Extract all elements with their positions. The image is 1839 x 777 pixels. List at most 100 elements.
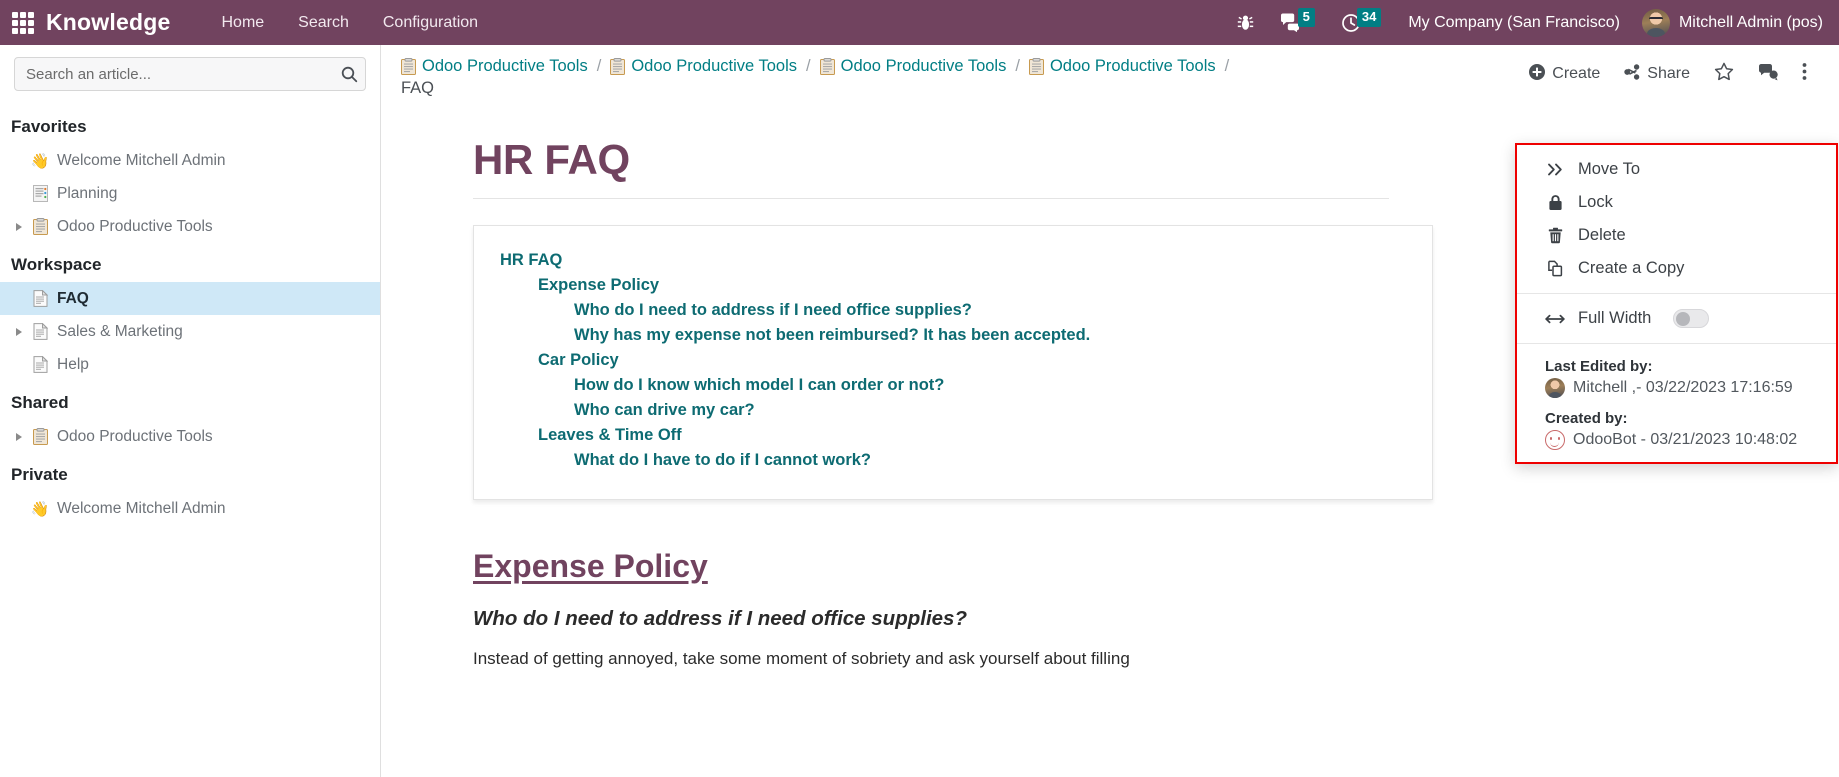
article-inner: HR FAQ HR FAQ Expense Policy Who do I ne… [381,136,1481,672]
dropdown-item-label: Delete [1578,226,1626,244]
arrows-horizontal-icon [1545,313,1565,325]
star-outline-icon [1714,62,1734,86]
toc-entry[interactable]: Leaves & Time Off [500,423,1406,448]
nav-menu-home[interactable]: Home [204,0,281,45]
breadcrumb-separator: / [806,57,811,75]
article-sidebar: Favorites 👋 Welcome Mitchell Admin Plann… [0,45,381,777]
dropdown-divider [1517,293,1836,294]
breadcrumb-item-3[interactable]: Odoo Productive Tools [819,57,1007,76]
chevrons-right-icon [1545,163,1565,176]
sidebar-item-label: Planning [57,184,118,202]
dropdown-item-delete[interactable]: Delete [1517,219,1836,252]
toc-entry[interactable]: Car Policy [500,348,1406,373]
sidebar-item-odoo-productive-tools-shared[interactable]: Odoo Productive Tools [0,420,380,453]
toc-entry[interactable]: What do I have to do if I cannot work? [500,448,1406,473]
nav-menu-search[interactable]: Search [281,0,366,45]
sidebar-item-planning[interactable]: Planning [0,177,380,210]
favorite-button[interactable] [1702,58,1746,90]
waving-hand-emoji: 👋 [30,500,50,518]
search-input[interactable] [14,57,366,91]
breadcrumb-label: Odoo Productive Tools [840,57,1007,75]
sidebar-section-favorites-title: Favorites [11,117,87,136]
section-heading-expense-policy: Expense Policy [473,548,708,584]
page-title: HR FAQ [473,136,1389,199]
messages-count-badge: 5 [1297,8,1315,27]
share-label: Share [1647,65,1690,82]
user-menu[interactable]: Mitchell Admin (pos) [1634,8,1839,37]
created-row: OdooBot - 03/21/2023 10:48:02 [1545,430,1820,450]
create-label: Create [1552,65,1601,82]
search-icon[interactable] [333,58,365,90]
nav-menu-configuration[interactable]: Configuration [366,0,495,45]
trash-icon [1545,227,1565,244]
article-doc-icon [29,290,51,307]
toc-entry[interactable]: HR FAQ [500,248,1406,273]
plus-circle-icon [1529,63,1546,85]
clipboard-icon [819,58,835,75]
sidebar-section-workspace-title: Workspace [11,255,102,274]
dropdown-item-label: Lock [1578,193,1613,211]
toc-entry[interactable]: How do I know which model I can order or… [500,373,1406,398]
last-edited-label: Last Edited by: [1545,358,1653,375]
breadcrumb-item-current: FAQ [401,79,434,98]
odoobot-avatar [1545,430,1565,450]
clipboard-icon [610,58,626,75]
sidebar-item-label: Sales & Marketing [57,322,183,340]
full-width-label: Full Width [1578,309,1652,327]
messages-icon[interactable]: 5 [1267,0,1328,45]
last-edited-row: Mitchell ,- 03/22/2023 17:16:59 [1545,378,1820,398]
sidebar-item-welcome-mitchell-admin-private[interactable]: 👋 Welcome Mitchell Admin [0,492,380,525]
chevron-right-icon[interactable] [11,327,27,336]
breadcrumb-label: Odoo Productive Tools [631,57,798,75]
breadcrumb-item-1[interactable]: Odoo Productive Tools [401,57,588,76]
toc-entry[interactable]: Why has my expense not been reimbursed? … [500,323,1406,348]
breadcrumb-item-2[interactable]: Odoo Productive Tools [610,57,797,76]
activities-count-badge: 34 [1356,8,1382,27]
sub-heading-office-supplies: Who do I need to address if I need offic… [473,607,967,630]
company-selector[interactable]: My Company (San Francisco) [1394,14,1634,32]
share-button[interactable]: Share [1612,60,1702,89]
toc-entry[interactable]: Who do I need to address if I need offic… [500,298,1406,323]
full-width-toggle[interactable] [1673,309,1710,328]
sidebar-item-welcome-mitchell-admin[interactable]: 👋 Welcome Mitchell Admin [0,144,380,177]
sidebar-item-help[interactable]: Help [0,348,380,381]
share-icon [1624,63,1640,85]
breadcrumb: Odoo Productive Tools / Odoo Productive … [401,57,1241,98]
toc-entry[interactable]: Who can drive my car? [500,398,1406,423]
clock-icon[interactable]: 34 [1328,0,1394,45]
sidebar-item-label: Help [57,355,89,373]
dropdown-item-full-width[interactable]: Full Width [1517,302,1836,335]
breadcrumb-label: FAQ [401,79,435,97]
create-button[interactable]: Create [1517,60,1612,89]
sidebar-section-shared-title: Shared [11,393,69,412]
clipboard-icon [29,428,51,445]
bug-icon[interactable] [1224,0,1267,45]
article-doc-icon [29,323,51,340]
sidebar-item-faq[interactable]: FAQ [0,282,380,315]
chevron-right-icon[interactable] [11,432,27,441]
breadcrumb-bar: Odoo Productive Tools / Odoo Productive … [381,45,1839,106]
sidebar-item-odoo-productive-tools-favorites[interactable]: Odoo Productive Tools [0,210,380,243]
dropdown-item-lock[interactable]: Lock [1517,186,1836,219]
article-options-dropdown: Move To Lock Delete Create a Copy Full W… [1515,143,1838,464]
app-brand-knowledge[interactable]: Knowledge [46,9,170,36]
toc-entry[interactable]: Expense Policy [500,273,1406,298]
dropdown-item-label: Create a Copy [1578,259,1685,277]
navbar-right-group: 5 34 My Company (San Francisco) Mitchell… [1224,0,1839,45]
sidebar-item-label: Odoo Productive Tools [57,217,213,235]
dropdown-item-move-to[interactable]: Move To [1517,153,1836,186]
chevron-right-icon[interactable] [11,222,27,231]
created-meta: Created by: OdooBot - 03/21/2023 10:48:0… [1517,404,1836,462]
article-doc-icon [29,356,51,373]
lock-icon [1545,194,1565,211]
chatter-button[interactable] [1746,59,1790,90]
breadcrumb-item-4[interactable]: Odoo Productive Tools [1028,57,1216,76]
breadcrumb-separator: / [1015,57,1020,75]
sidebar-item-sales-and-marketing[interactable]: Sales & Marketing [0,315,380,348]
last-edited-meta: Last Edited by: Mitchell ,- 03/22/2023 1… [1517,352,1836,404]
more-options-button[interactable] [1790,58,1819,90]
dropdown-item-create-a-copy[interactable]: Create a Copy [1517,252,1836,285]
article-actions: Create Share [1517,57,1819,90]
apps-grid-icon[interactable] [12,11,34,34]
editor-avatar [1545,378,1565,398]
